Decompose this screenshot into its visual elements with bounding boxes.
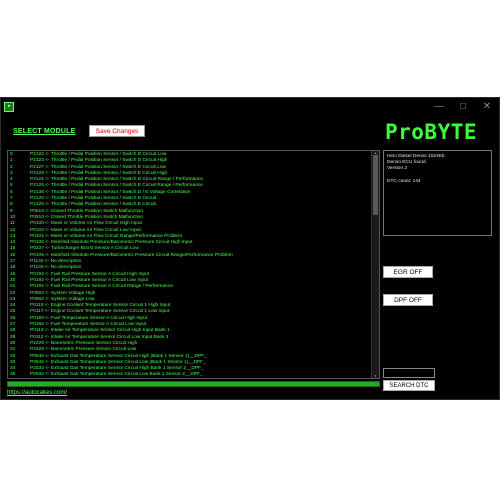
close-button[interactable]: ✕ bbox=[481, 101, 493, 113]
app-logo-icon: ▪ bbox=[4, 102, 14, 112]
dpf-off-button[interactable]: DPF OFF bbox=[383, 294, 433, 306]
dtc-list-rows: 0 P2122 <- Throttle / Pedal Position Sens… bbox=[8, 152, 373, 378]
search-dtc-button[interactable]: SEARCH DTC bbox=[383, 380, 435, 391]
egr-off-button[interactable]: EGR OFF bbox=[383, 266, 433, 278]
dtc-list-scrollbar[interactable]: ▲ ▼ bbox=[371, 151, 379, 378]
probyte-logo: ProBYTE bbox=[385, 120, 478, 144]
select-module-link[interactable]: SELECT MODULE bbox=[13, 128, 76, 135]
dtc-list[interactable]: 0 P2122 <- Throttle / Pedal Position Sens… bbox=[7, 150, 380, 379]
progress-bar-fill bbox=[8, 382, 379, 386]
website-link[interactable]: https://autocakes.com/ bbox=[7, 390, 67, 396]
maximize-button[interactable]: □ bbox=[457, 101, 469, 113]
dtc-row-index: 35 bbox=[10, 372, 16, 378]
dtc-row[interactable]: 35 P2032 <- Exhaust Gas Temperature Senso… bbox=[8, 372, 373, 378]
dtc-row-text: P2032 <- Exhaust Gas Temperature Sensor … bbox=[30, 372, 203, 378]
progress-bar bbox=[7, 381, 380, 387]
save-changes-button[interactable]: Save Changes bbox=[89, 125, 145, 137]
minimize-button[interactable]: — bbox=[433, 101, 445, 113]
app-window: ▪ — □ ✕ SELECT MODULE Save Changes ProBY… bbox=[0, 97, 500, 400]
dtc-search-input[interactable] bbox=[383, 368, 435, 378]
scrollbar-thumb[interactable] bbox=[373, 155, 378, 215]
ecu-info-box: Hino Diesel Denso 1024Kb Denso ECU found… bbox=[383, 150, 492, 236]
dtc-count: DTC count: 144 bbox=[387, 178, 421, 184]
title-bar[interactable]: ▪ — □ ✕ bbox=[1, 98, 499, 116]
scroll-down-arrow-icon[interactable]: ▼ bbox=[372, 374, 379, 378]
